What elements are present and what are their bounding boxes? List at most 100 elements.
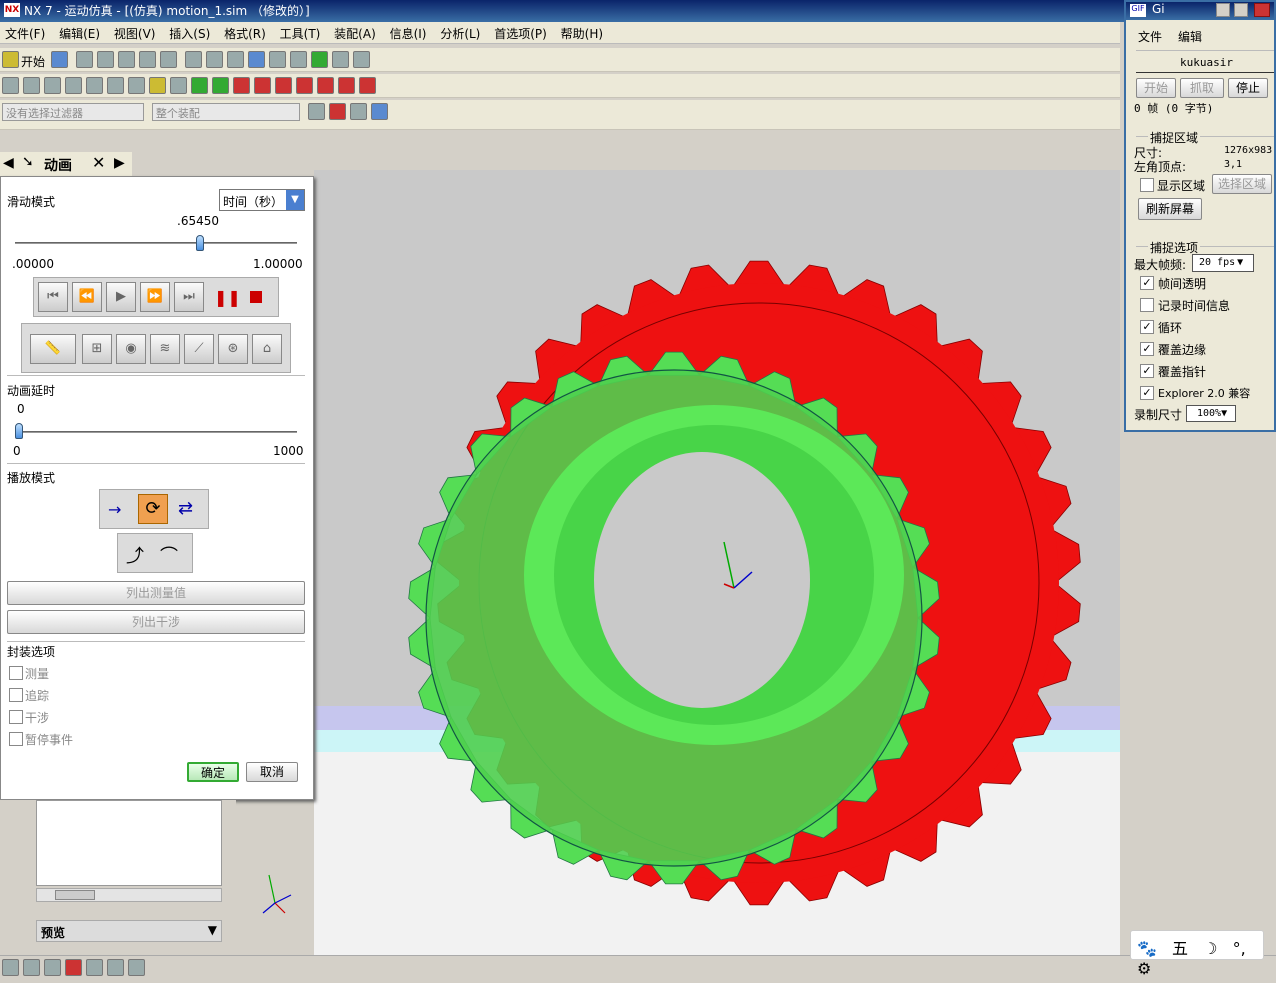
pause-event-checkbox[interactable]	[9, 732, 23, 746]
delay-slider-thumb[interactable]	[15, 423, 23, 439]
select-icon[interactable]	[352, 51, 370, 68]
last-frame-button[interactable]: ⏭	[174, 282, 204, 312]
fit-icon[interactable]	[184, 51, 202, 68]
gear-model[interactable]	[314, 170, 1120, 955]
export-tool-button[interactable]: ⌂	[252, 334, 282, 364]
status-tool-icon[interactable]	[44, 959, 61, 976]
status-tool-icon[interactable]	[23, 959, 40, 976]
menu-help[interactable]: 帮助(H)	[556, 22, 608, 45]
ime-wubi-icon[interactable]: 五	[1172, 939, 1188, 958]
menu-analysis[interactable]: 分析(L)	[435, 22, 485, 45]
status-tool-icon[interactable]	[86, 959, 103, 976]
step-forward-button[interactable]: ⏩	[140, 282, 170, 312]
spring-icon[interactable]	[65, 77, 82, 94]
link-icon[interactable]	[2, 77, 19, 94]
status-tool-icon[interactable]	[65, 959, 82, 976]
record-icon[interactable]	[359, 77, 376, 94]
list-interference-button[interactable]: 列出干涉	[7, 610, 305, 634]
menu-file[interactable]: 文件(F)	[0, 22, 50, 45]
tab-animation[interactable]: 动画	[44, 155, 72, 175]
start-button[interactable]: 开始	[21, 53, 45, 70]
ime-paw-icon[interactable]: 🐾	[1137, 939, 1157, 958]
status-tool-icon[interactable]	[2, 959, 19, 976]
stop-button[interactable]	[250, 291, 262, 303]
assembly-scope-dropdown[interactable]: 整个装配	[151, 103, 300, 121]
step-trace-icon[interactable]: ⤴	[126, 542, 144, 568]
time-slider-thumb[interactable]	[195, 235, 204, 251]
last-frame-icon[interactable]	[317, 77, 334, 94]
pause-button[interactable]: ❚❚	[214, 288, 241, 307]
refresh-screen-button[interactable]: 刷新屏幕	[1138, 198, 1202, 220]
first-frame-button[interactable]: ⏮	[38, 282, 68, 312]
path-trace-icon[interactable]: ⌒	[160, 542, 178, 568]
show-region-checkbox[interactable]	[1140, 178, 1154, 192]
interference-tool-button[interactable]: ⊛	[218, 334, 248, 364]
function-icon[interactable]	[44, 77, 61, 94]
menu-view[interactable]: 视图(V)	[109, 22, 161, 45]
horizontal-scrollbar[interactable]	[36, 888, 222, 902]
trace-checkbox[interactable]	[9, 688, 23, 702]
scrollbar-thumb[interactable]	[55, 890, 95, 900]
capture-option-checkbox[interactable]: ✓	[1140, 276, 1154, 290]
ime-moon-icon[interactable]: ☽	[1203, 939, 1217, 958]
time-slider-track[interactable]	[15, 242, 297, 244]
marker-icon[interactable]	[149, 77, 166, 94]
play-forward-icon[interactable]	[212, 77, 229, 94]
snap-icon[interactable]	[331, 51, 349, 68]
measure-checkbox[interactable]	[9, 666, 23, 680]
interference-checkbox[interactable]	[9, 710, 23, 724]
select-region-icon[interactable]	[349, 103, 367, 120]
maximize-icon[interactable]	[1234, 3, 1248, 17]
capture-option-checkbox[interactable]: ✓	[1140, 320, 1154, 334]
wcs-icon[interactable]	[310, 51, 328, 68]
trace-tool-button[interactable]: ⊞	[82, 334, 112, 364]
step-back-button[interactable]: ⏪	[72, 282, 102, 312]
play-icon[interactable]	[275, 77, 292, 94]
capture-option-checkbox[interactable]: ✓	[1140, 342, 1154, 356]
undo-icon[interactable]	[159, 51, 177, 68]
status-tool-icon[interactable]	[128, 959, 145, 976]
tab-prev-arrow[interactable]: ◀	[3, 155, 14, 171]
status-tool-icon[interactable]	[107, 959, 124, 976]
list-measurements-button[interactable]: 列出测量值	[7, 581, 305, 605]
snap-point-icon[interactable]	[328, 103, 346, 120]
solver-icon[interactable]	[170, 77, 187, 94]
close-icon[interactable]: ✕	[92, 153, 105, 172]
delete-icon[interactable]	[138, 51, 156, 68]
save-icon[interactable]	[50, 51, 68, 68]
gif-capture-button[interactable]: 抓取	[1180, 78, 1224, 98]
menu-preferences[interactable]: 首选项(P)	[489, 22, 552, 45]
minimize-icon[interactable]	[1216, 3, 1230, 17]
filter-icon[interactable]	[307, 103, 325, 120]
menu-assembly[interactable]: 装配(A)	[329, 22, 381, 45]
menu-edit[interactable]: 编辑(E)	[54, 22, 105, 45]
menu-format[interactable]: 格式(R)	[219, 22, 271, 45]
tab-next-arrow[interactable]: ▶	[114, 155, 125, 171]
measure-tool-button[interactable]: 📏	[30, 334, 76, 364]
menu-info[interactable]: 信息(I)	[385, 22, 432, 45]
capture-option-checkbox[interactable]: ✓	[1140, 364, 1154, 378]
cut-icon[interactable]	[75, 51, 93, 68]
ok-button[interactable]: 确定	[187, 762, 239, 782]
max-fps-dropdown[interactable]: 20 fps ▼	[1192, 254, 1254, 272]
cancel-button[interactable]: 取消	[246, 762, 298, 782]
menu-tools[interactable]: 工具(T)	[275, 22, 326, 45]
play-once-icon[interactable]: →	[108, 500, 121, 519]
record-size-dropdown[interactable]: 100%▼	[1186, 405, 1236, 422]
damper-icon[interactable]	[86, 77, 103, 94]
solid-icon[interactable]	[370, 103, 388, 120]
prev-frame-icon[interactable]	[254, 77, 271, 94]
rotate-icon[interactable]	[226, 51, 244, 68]
copy-icon[interactable]	[96, 51, 114, 68]
stop-icon[interactable]	[338, 77, 355, 94]
gear-icon[interactable]	[128, 77, 145, 94]
preview-header[interactable]: 预览 ▼	[36, 920, 222, 942]
track-tool-button[interactable]: ⟋	[184, 334, 214, 364]
capture-option-checkbox[interactable]	[1140, 298, 1154, 312]
zoom-icon[interactable]	[205, 51, 223, 68]
layer-icon[interactable]	[289, 51, 307, 68]
delay-slider-track[interactable]	[15, 431, 297, 433]
select-region-button[interactable]: 选择区域	[1212, 174, 1272, 194]
play-button[interactable]: ▶	[106, 282, 136, 312]
gif-menu-edit[interactable]: 编辑	[1178, 28, 1202, 45]
